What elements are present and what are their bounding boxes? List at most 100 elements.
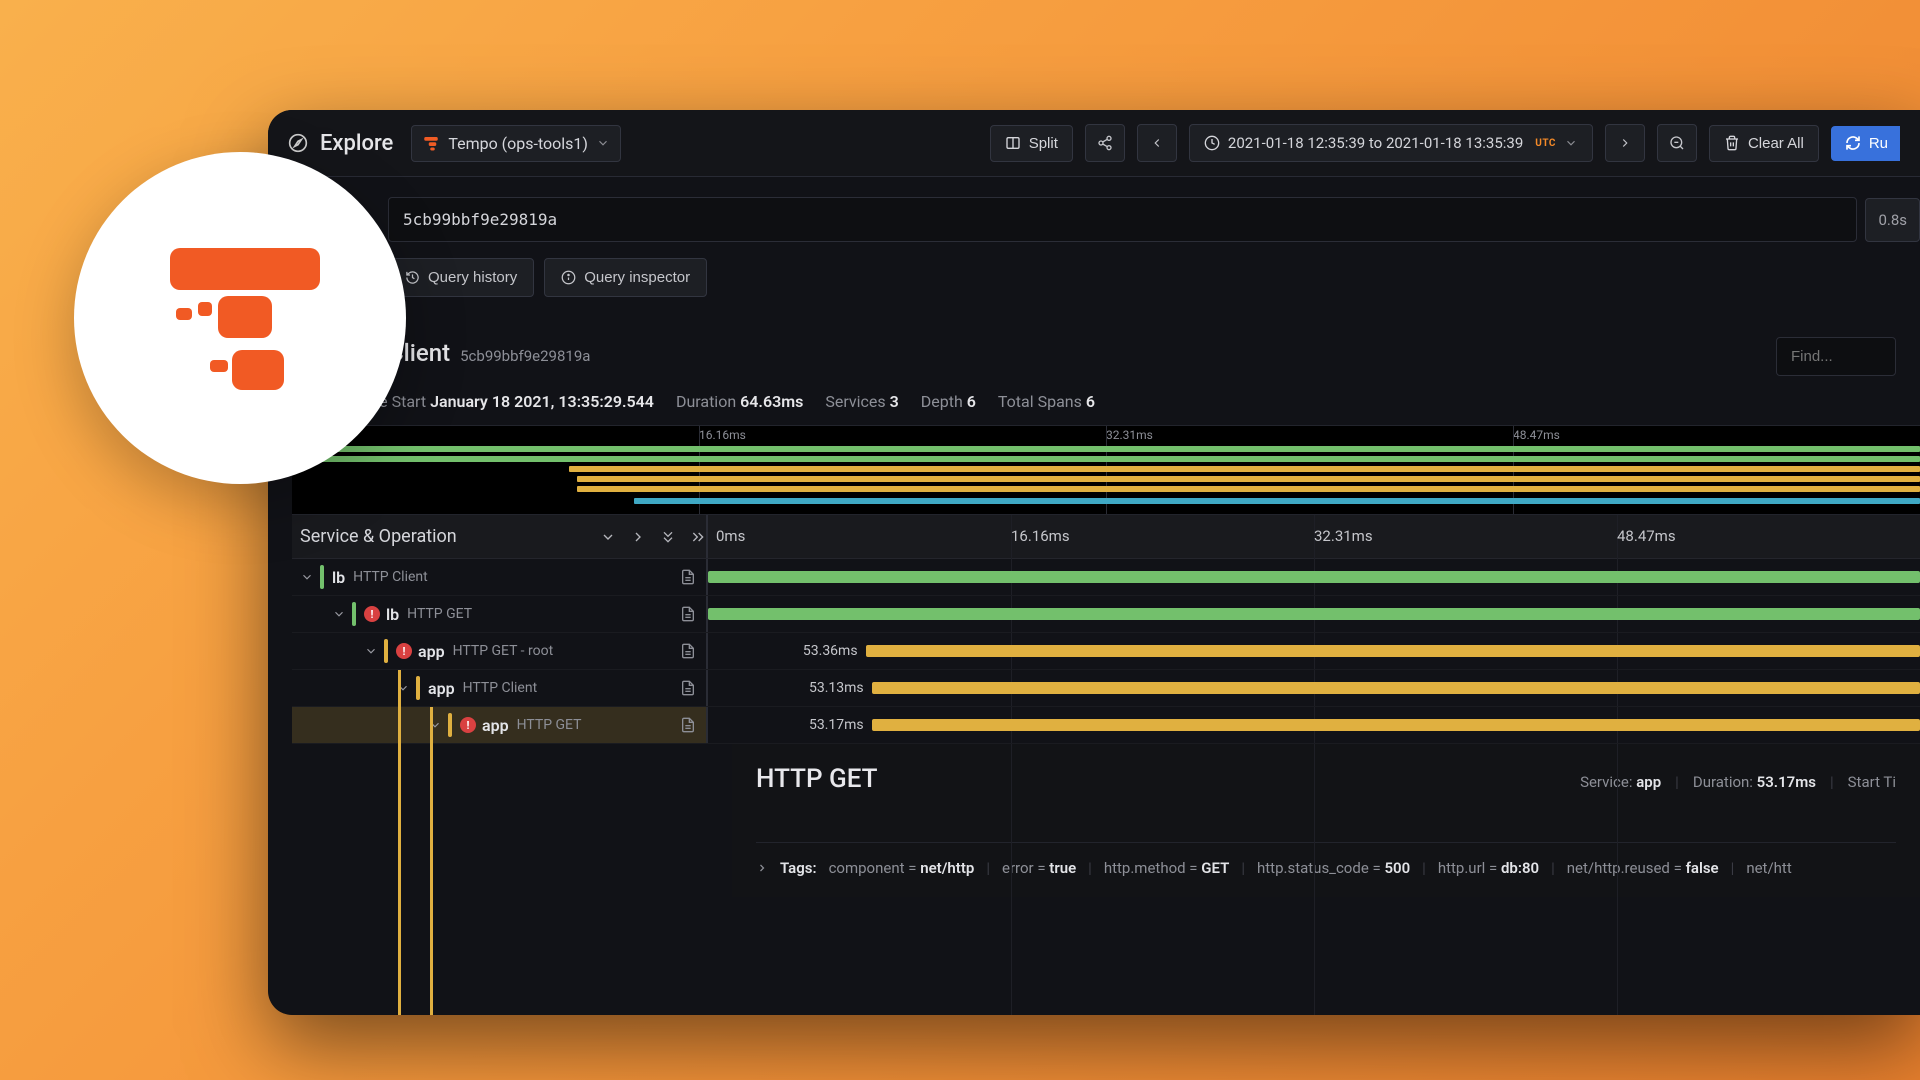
share-icon [1097,135,1113,151]
run-label: Ru [1869,135,1888,152]
app-window: Explore Tempo (ops-tools1) Split 2021-01… [268,110,1920,1015]
split-label: Split [1029,135,1058,152]
span-service: app [418,642,445,661]
span-operation: HTTP GET [407,606,472,622]
tag-item: net/htt [1746,859,1791,877]
span-bar[interactable] [708,608,1920,620]
chevron-left-icon [1150,136,1164,150]
query-inspector-label: Query inspector [584,269,690,286]
span-operation: HTTP GET - root [453,643,554,659]
tag-item: net/http.reused = false [1567,859,1719,877]
span-bar[interactable] [872,719,1920,731]
detail-title: HTTP GET [756,764,878,794]
span-row[interactable]: lb HTTP Client [292,559,1920,596]
tempo-icon [422,134,440,152]
chevron-right-icon [756,862,768,874]
span-duration: 53.17ms [809,717,864,733]
time-range-label: 2021-01-18 12:35:39 to 2021-01-18 13:35:… [1228,134,1523,152]
span-row[interactable]: ! app HTTP GET - root 53.36ms [292,633,1920,670]
share-button[interactable] [1085,124,1125,162]
span-bar[interactable] [708,571,1920,583]
span-list: lb HTTP Client !lbHTTP GET! app HTTP GET - r… [292,559,1920,744]
zoom-out-icon [1669,135,1685,151]
utc-badge: UTC [1535,138,1556,149]
chevron-right-icon[interactable] [630,529,646,545]
chevron-down-icon[interactable] [332,607,346,621]
columns-icon [1005,135,1021,151]
double-chevron-right-icon[interactable] [690,529,706,545]
time-prev-button[interactable] [1137,124,1177,162]
trash-icon [1724,135,1740,151]
query-history-label: Query history [428,269,517,286]
compass-icon [288,133,308,153]
tags-label: Tags: [780,859,817,877]
span-service: lb [332,568,345,587]
tag-item: http.method = GET [1104,859,1229,877]
double-chevron-down-icon[interactable] [660,529,676,545]
time-next-button[interactable] [1605,124,1645,162]
detail-tags-row[interactable]: Tags: component = net/http|error = true|… [756,842,1896,877]
span-bar[interactable] [872,682,1920,694]
error-icon: ! [396,643,412,659]
query-history-button[interactable]: Query history [388,258,534,297]
chevron-down-icon[interactable] [300,570,314,584]
span-row[interactable]: app HTTP Client 53.13ms [292,670,1920,707]
tag-item: error = true [1002,859,1076,877]
span-row[interactable]: !appHTTP GET53.17ms [292,707,1920,744]
trace-meta: Trace Start January 18 2021, 13:35:29.54… [268,384,1920,425]
error-icon: ! [364,606,380,622]
log-icon[interactable] [680,606,696,622]
chevron-down-icon [1564,136,1578,150]
timeline-header: Service & Operation 0ms 16.16ms 32.31ms … [292,515,1920,559]
info-icon [561,270,576,285]
span-detail-panel: HTTP GET Service: app | Duration: 53.17m… [732,744,1920,897]
trace-header: Client 5cb99bbf9e29819a [268,319,1920,384]
log-icon[interactable] [680,680,696,696]
minimap-tick: 48.47ms [1513,428,1560,442]
time-picker[interactable]: 2021-01-18 12:35:39 to 2021-01-18 13:35:… [1189,124,1593,162]
tempo-logo-icon [140,218,340,418]
zoom-out-button[interactable] [1657,124,1697,162]
find-input[interactable] [1776,337,1896,376]
span-bar[interactable] [866,645,1920,657]
tag-item: http.status_code = 500 [1257,859,1410,877]
span-service: app [482,716,509,735]
chevron-down-icon [596,136,610,150]
timeline-tick: 16.16ms [1011,527,1070,545]
error-icon: ! [460,717,476,733]
query-tools: Query history Query inspector [268,242,1920,319]
span-duration: 53.13ms [809,680,864,696]
trace-minimap[interactable]: 0ms 16.16ms 32.31ms 48.47ms [292,425,1920,515]
chevron-down-icon[interactable] [364,644,378,658]
split-button[interactable]: Split [990,125,1073,162]
log-icon[interactable] [680,569,696,585]
datasource-selector[interactable]: Tempo (ops-tools1) [411,125,621,162]
tag-item: http.url = db:80 [1438,859,1539,877]
log-icon[interactable] [680,717,696,733]
chevron-down-icon[interactable] [600,529,616,545]
chevron-right-icon [1618,136,1632,150]
timeline-header-title: Service & Operation [300,526,586,547]
span-row[interactable]: !lbHTTP GET [292,596,1920,633]
query-input[interactable] [388,197,1857,242]
trace-id: 5cb99bbf9e29819a [460,347,590,365]
minimap-tick: 32.31ms [1106,428,1153,442]
timeline-tick: 0ms [716,527,745,545]
run-button[interactable]: Ru [1831,126,1900,161]
timeline-tick: 48.47ms [1617,527,1676,545]
span-duration: 53.36ms [803,643,858,659]
page-title: Explore [320,131,393,156]
span-operation: HTTP Client [463,680,538,696]
header-toolbar: Explore Tempo (ops-tools1) Split 2021-01… [268,110,1920,177]
span-operation: HTTP Client [353,569,428,585]
span-service: app [428,679,455,698]
query-duration-badge: 0.8s [1865,198,1920,242]
refresh-icon [1845,135,1861,151]
timeline-tick: 32.31ms [1314,527,1373,545]
clear-all-button[interactable]: Clear All [1709,125,1819,162]
query-inspector-button[interactable]: Query inspector [544,258,707,297]
clear-label: Clear All [1748,135,1804,152]
log-icon[interactable] [680,643,696,659]
minimap-tick: 16.16ms [699,428,746,442]
query-row: 0.8s [268,177,1920,242]
